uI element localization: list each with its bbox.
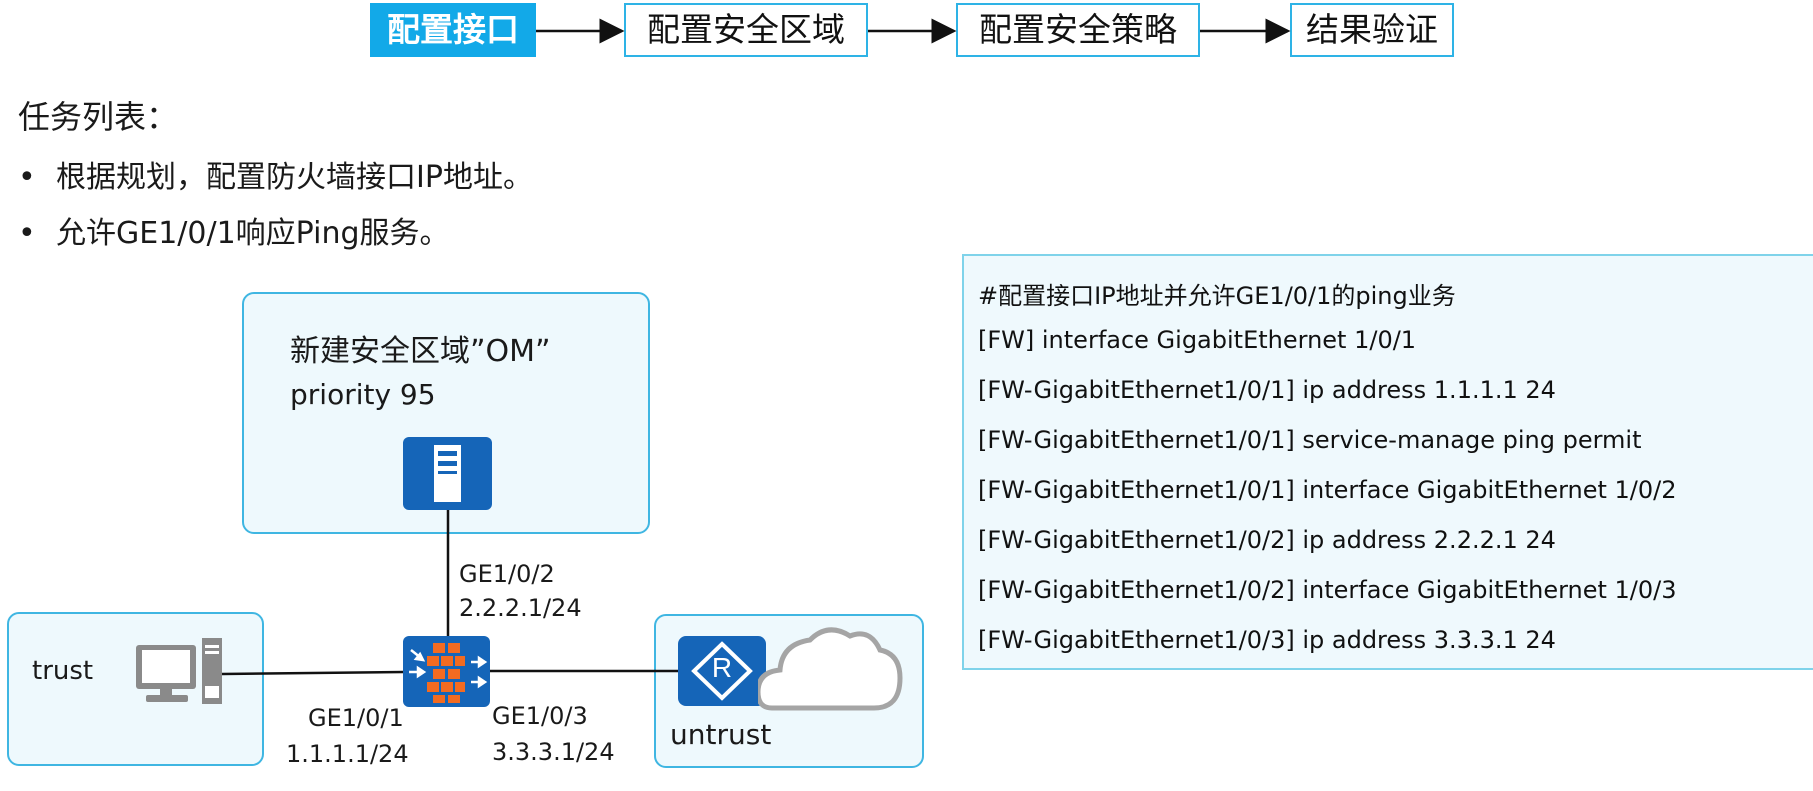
command-panel: #配置接口IP地址并允许GE1/0/1的ping业务 [FW] interfac…	[962, 254, 1813, 670]
port-ge101-ip: 1.1.1.1/24	[286, 740, 409, 768]
command-comment: #配置接口IP地址并允许GE1/0/1的ping业务	[978, 282, 1456, 310]
port-ge103-name: GE1/0/3	[492, 702, 588, 730]
command-line: [FW-GigabitEthernet1/0/3] ip address 3.3…	[978, 626, 1556, 654]
router-icon: R	[678, 636, 766, 706]
command-line: [FW-GigabitEthernet1/0/1] ip address 1.1…	[978, 376, 1556, 404]
pc-icon	[134, 636, 224, 706]
port-ge102-name: GE1/0/2	[459, 560, 555, 588]
firewall-icon	[403, 636, 490, 707]
router-letter: R	[711, 652, 733, 683]
command-line: [FW-GigabitEthernet1/0/2] interface Giga…	[978, 576, 1677, 604]
link-pc-firewall	[221, 670, 405, 676]
command-line: [FW-GigabitEthernet1/0/1] interface Giga…	[978, 476, 1677, 504]
port-ge103-ip: 3.3.3.1/24	[492, 738, 615, 766]
command-line: [FW-GigabitEthernet1/0/1] service-manage…	[978, 426, 1642, 454]
cloud-icon	[755, 622, 904, 714]
command-line: [FW] interface GigabitEthernet 1/0/1	[978, 326, 1417, 354]
server-icon	[403, 437, 492, 510]
command-line: [FW-GigabitEthernet1/0/2] ip address 2.2…	[978, 526, 1556, 554]
port-ge102-ip: 2.2.2.1/24	[459, 594, 582, 622]
port-ge101-name: GE1/0/1	[308, 704, 404, 732]
